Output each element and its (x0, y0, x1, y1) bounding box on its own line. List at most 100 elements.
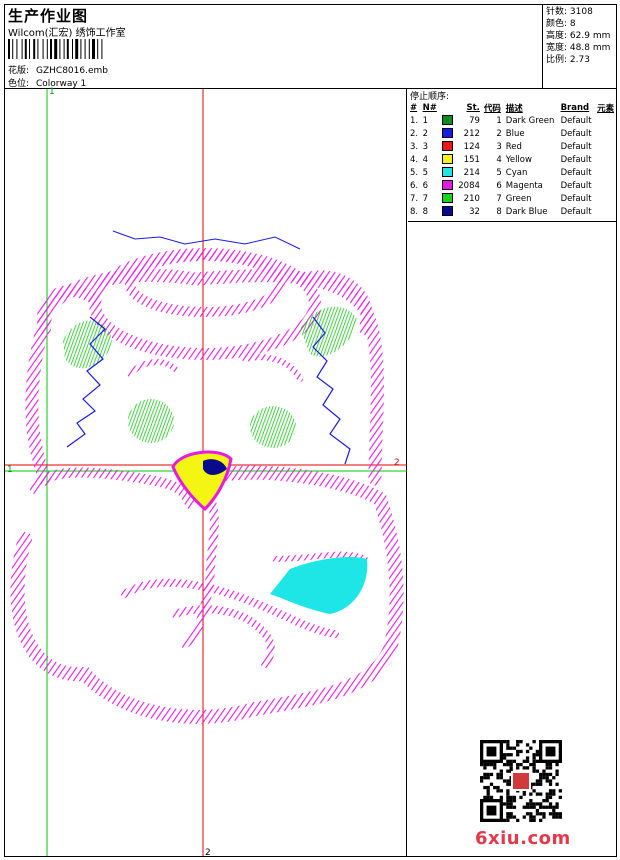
cell-stitches: 32 (469, 206, 480, 217)
col-brand: Brand (560, 102, 590, 113)
cell-code: 3 (496, 141, 502, 152)
cell-n: 4 (422, 154, 429, 165)
table-row: 5. 5 214 5 Cyan Default (408, 166, 617, 179)
cell-swatch (440, 127, 456, 140)
barcode (8, 39, 103, 59)
stat-colors: 颜色: 8 (546, 19, 576, 29)
cell-stitches: 212 (463, 128, 480, 139)
stat-width: 宽度: 48.8 mm (546, 43, 611, 53)
table-row: 2. 2 212 2 Blue Default (408, 127, 617, 140)
col-code: 代码 (483, 103, 501, 114)
design-label: 花版: (8, 66, 30, 76)
axis-h-right-label: 2 (394, 458, 400, 468)
cell-description: Magenta (505, 180, 543, 191)
cell-index: 3. (410, 141, 419, 152)
col-element: 元素 (597, 103, 615, 114)
cell-swatch (440, 192, 456, 205)
cell-brand: Default (560, 154, 592, 165)
cell-stitches: 124 (463, 141, 480, 152)
eye-right (250, 406, 296, 448)
cell-brand: Default (560, 141, 592, 152)
cell-brand: Default (560, 206, 592, 217)
cell-n: 8 (422, 206, 429, 217)
cell-index: 7. (410, 193, 419, 204)
cell-code: 1 (496, 115, 502, 126)
cell-index: 5. (410, 167, 419, 178)
embroidery-preview (5, 89, 407, 856)
cell-element (595, 205, 617, 218)
cell-n: 5 (422, 167, 429, 178)
cell-description: Dark Green (505, 115, 555, 126)
color-swatch (441, 154, 453, 165)
cell-brand: Default (560, 115, 592, 126)
cell-stitches: 210 (463, 193, 480, 204)
col-n: N# (422, 102, 437, 113)
axis-h-left-label: 1 (7, 465, 13, 475)
cell-code: 8 (496, 206, 502, 217)
cell-brand: Default (560, 180, 592, 191)
table-row: 3. 3 124 3 Red Default (408, 140, 617, 153)
colorway-label: 色位: (8, 79, 30, 89)
cell-element (595, 153, 617, 166)
table-header-row: # N# St. 代码 描述 Brand 元素 (408, 101, 617, 114)
design-canvas (5, 89, 407, 856)
watermark-logo: 6xiu.com (475, 828, 571, 849)
cell-brand: Default (560, 128, 592, 139)
color-swatch (441, 193, 453, 204)
qr-code (480, 740, 562, 822)
cell-stitches: 2084 (458, 180, 480, 191)
cell-code: 7 (496, 193, 502, 204)
cell-stitches: 214 (463, 167, 480, 178)
stat-scale: 比例: 2.73 (546, 55, 590, 65)
table-row: 8. 8 32 8 Dark Blue Default (408, 205, 617, 218)
table-row: 1. 1 79 1 Dark Green Default (408, 114, 617, 127)
cell-description: Red (505, 141, 522, 152)
cell-swatch (440, 153, 456, 166)
cell-code: 2 (496, 128, 502, 139)
cell-element (595, 140, 617, 153)
cell-swatch (440, 166, 456, 179)
cell-stitches: 79 (469, 115, 480, 126)
cell-code: 5 (496, 167, 502, 178)
cell-index: 4. (410, 154, 419, 165)
eye-left (128, 399, 174, 443)
color-swatch (441, 206, 453, 217)
colorway-value: Colorway 1 (36, 79, 87, 89)
table-row: 7. 7 210 7 Green Default (408, 192, 617, 205)
axis-v-bottom-label: 2 (205, 848, 211, 858)
col-index: # (410, 102, 418, 113)
stop-sequence-table: # N# St. 代码 描述 Brand 元素 1. 1 79 1 Dark Green… (408, 101, 617, 218)
cell-description: Blue (505, 128, 525, 139)
color-swatch (441, 128, 453, 139)
cell-n: 3 (422, 141, 429, 152)
cell-description: Cyan (505, 167, 528, 178)
cell-description: Yellow (505, 154, 532, 165)
col-description: 描述 (505, 103, 523, 114)
cell-description: Dark Blue (505, 206, 548, 217)
ear-left-fill (63, 320, 112, 369)
stat-height: 高度: 62.9 mm (546, 31, 611, 41)
stat-stitches: 针数: 3108 (546, 7, 593, 17)
page-title: 生产作业图 (8, 7, 89, 25)
cell-swatch (440, 140, 456, 153)
stats-panel: 针数: 3108 颜色: 8 高度: 62.9 mm 宽度: 48.8 mm 比… (542, 4, 617, 89)
design-file: GZHC8016.emb (36, 66, 108, 76)
color-swatch (441, 141, 453, 152)
cell-index: 1. (410, 115, 419, 126)
cell-element (595, 127, 617, 140)
cell-index: 8. (410, 206, 419, 217)
header: 生产作业图 Wilcom(汇宏) 绣饰工作室 花版: GZHC8016.emb 色… (4, 4, 617, 89)
col-stitches: St. (466, 102, 480, 113)
color-swatch (441, 115, 453, 126)
table-divider (408, 221, 617, 222)
cell-index: 2. (410, 128, 419, 139)
cell-n: 6 (422, 180, 429, 191)
cell-n: 2 (422, 128, 429, 139)
company-name: Wilcom(汇宏) 绣饰工作室 (8, 28, 126, 39)
cell-stitches: 151 (463, 154, 480, 165)
table-row: 6. 6 2084 6 Magenta Default (408, 179, 617, 192)
cell-n: 7 (422, 193, 429, 204)
table-row: 4. 4 151 4 Yellow Default (408, 153, 617, 166)
design-line: 花版: GZHC8016.emb (8, 63, 108, 76)
cell-element (595, 192, 617, 205)
